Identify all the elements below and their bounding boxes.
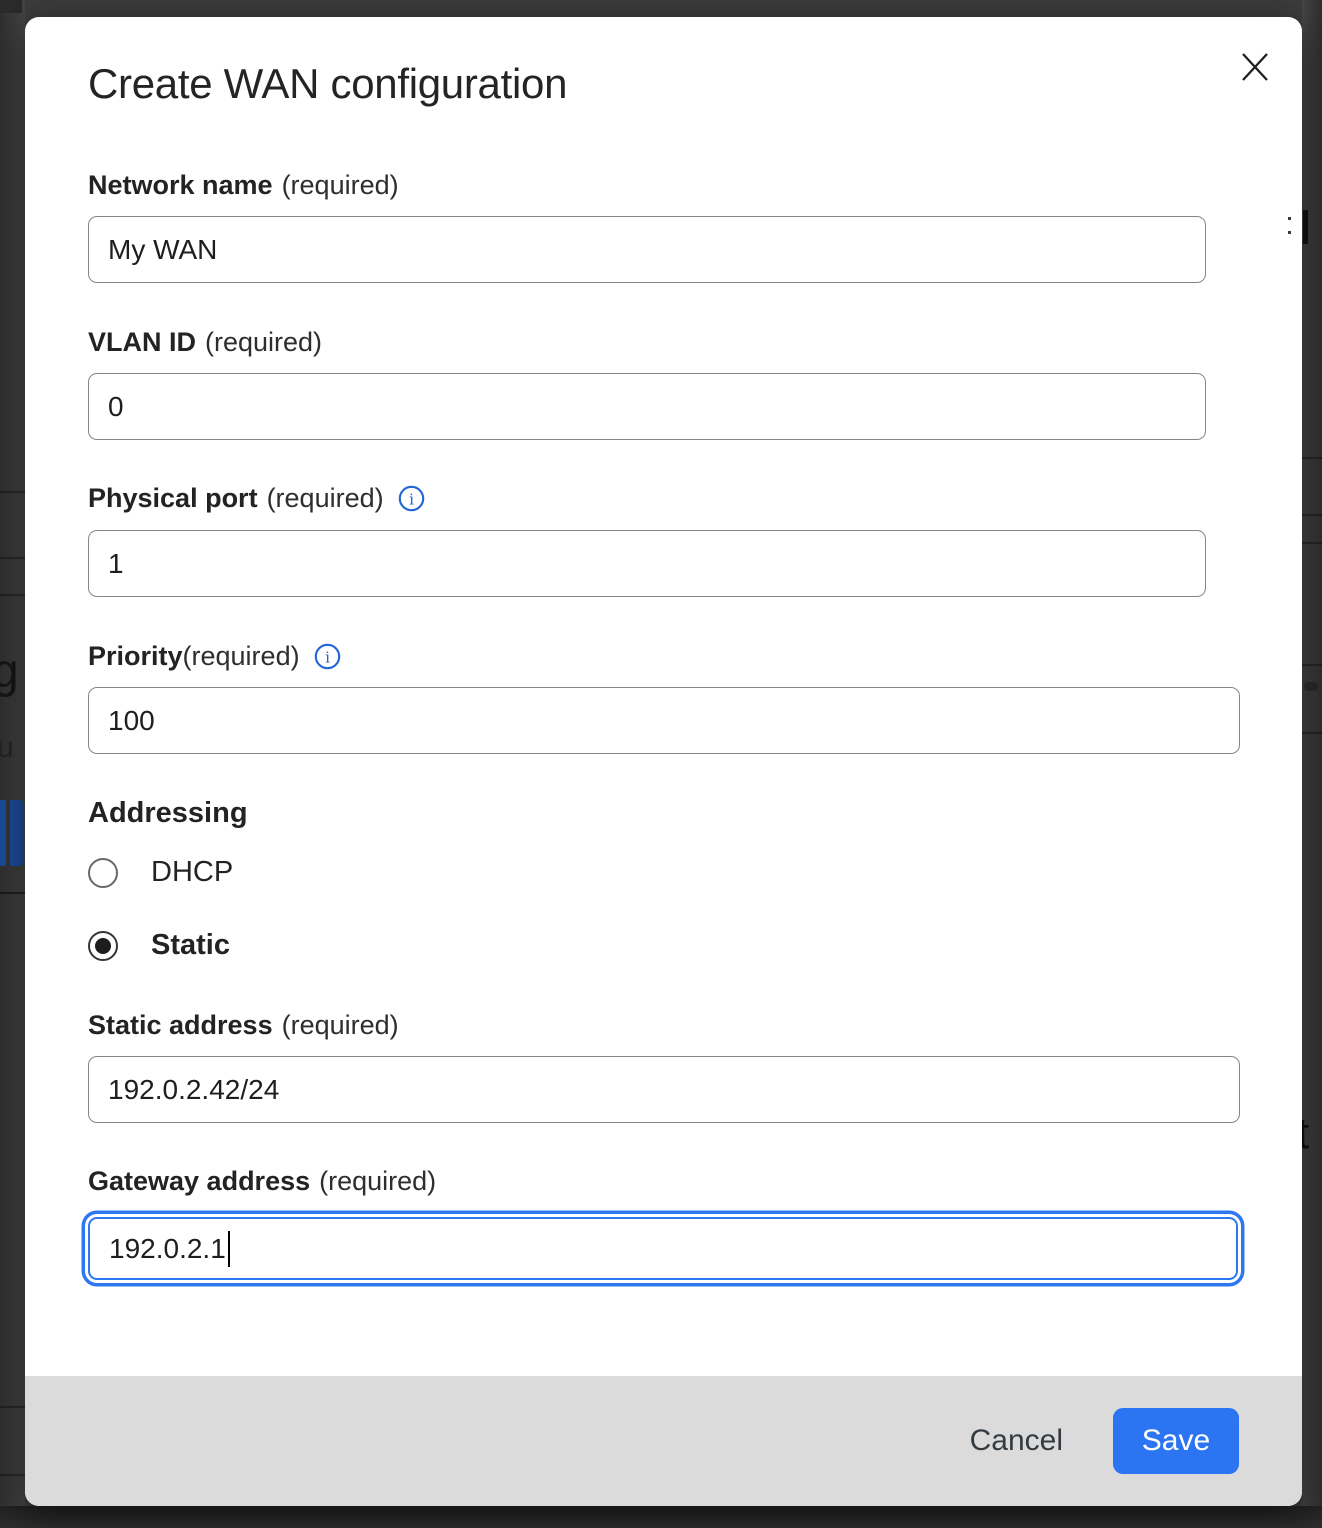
vlan-id-input[interactable]: 0 <box>88 373 1206 440</box>
svg-text:i: i <box>409 490 414 508</box>
priority-input[interactable]: 100 <box>88 687 1240 754</box>
vlan-id-value: 0 <box>108 391 124 423</box>
bg-icon-fragment <box>1304 682 1318 691</box>
bg-row-line <box>1302 542 1322 544</box>
overlay-corner <box>0 0 22 13</box>
priority-label: Priority (required) i <box>88 641 341 672</box>
radio-label-static[interactable]: Static <box>151 929 230 962</box>
addressing-heading: Addressing <box>88 797 248 830</box>
close-icon <box>1240 51 1270 83</box>
physical-port-input[interactable]: 1 <box>88 530 1206 597</box>
radio-option-static[interactable]: Static <box>88 929 230 962</box>
bg-blue-button-fragment <box>0 800 6 866</box>
gateway-address-value: 192.0.2.1 <box>109 1233 226 1265</box>
bg-row-line <box>0 1474 25 1476</box>
text-cursor <box>228 1231 231 1267</box>
modal-footer: Cancel Save <box>25 1376 1302 1506</box>
bg-row-line <box>1302 664 1322 666</box>
bg-row-line <box>0 491 25 493</box>
network-name-value: My WAN <box>108 234 217 266</box>
gateway-address-input[interactable]: 192.0.2.1 <box>88 1217 1238 1280</box>
bg-row-line <box>0 892 25 894</box>
static-address-value: 192.0.2.42/24 <box>108 1074 279 1106</box>
save-button[interactable]: Save <box>1113 1408 1239 1474</box>
modal-title: Create WAN configuration <box>88 60 567 108</box>
radio-label-dhcp[interactable]: DHCP <box>151 856 233 889</box>
cancel-button[interactable]: Cancel <box>970 1424 1063 1458</box>
info-icon[interactable]: i <box>314 643 341 670</box>
priority-value: 100 <box>108 705 155 737</box>
static-address-label: Static address (required) <box>88 1010 399 1041</box>
physical-port-value: 1 <box>108 548 124 580</box>
bg-row-line <box>1302 732 1322 734</box>
close-button[interactable] <box>1233 45 1277 89</box>
vlan-id-label: VLAN ID (required) <box>88 327 322 358</box>
static-address-input[interactable]: 192.0.2.42/24 <box>88 1056 1240 1123</box>
artifact-dot <box>1288 217 1291 220</box>
overlay-bottom-strip <box>0 1506 1322 1528</box>
bg-row-line <box>1302 457 1322 459</box>
gateway-address-label: Gateway address (required) <box>88 1166 436 1197</box>
info-icon[interactable]: i <box>398 485 425 512</box>
bg-text-fragment: g <box>0 648 19 696</box>
bg-row-line <box>0 557 25 559</box>
bg-row-line <box>0 1406 25 1408</box>
physical-port-label: Physical port (required) i <box>88 483 425 514</box>
radio-unchecked-icon[interactable] <box>88 858 118 888</box>
network-name-label: Network name (required) <box>88 170 399 201</box>
create-wan-modal: Create WAN configuration Network name (r… <box>25 17 1302 1506</box>
bg-row-line <box>0 594 25 596</box>
artifact-dot <box>1288 231 1291 234</box>
network-name-input[interactable]: My WAN <box>88 216 1206 283</box>
radio-option-dhcp[interactable]: DHCP <box>88 856 233 889</box>
svg-text:i: i <box>325 648 330 666</box>
bg-blue-button-fragment <box>10 800 23 866</box>
bg-row-line <box>1302 514 1322 516</box>
radio-checked-icon[interactable] <box>88 931 118 961</box>
bg-text-fragment <box>1303 210 1308 244</box>
bg-text-fragment: u <box>0 733 14 763</box>
overlay-left-strip <box>0 0 25 1528</box>
